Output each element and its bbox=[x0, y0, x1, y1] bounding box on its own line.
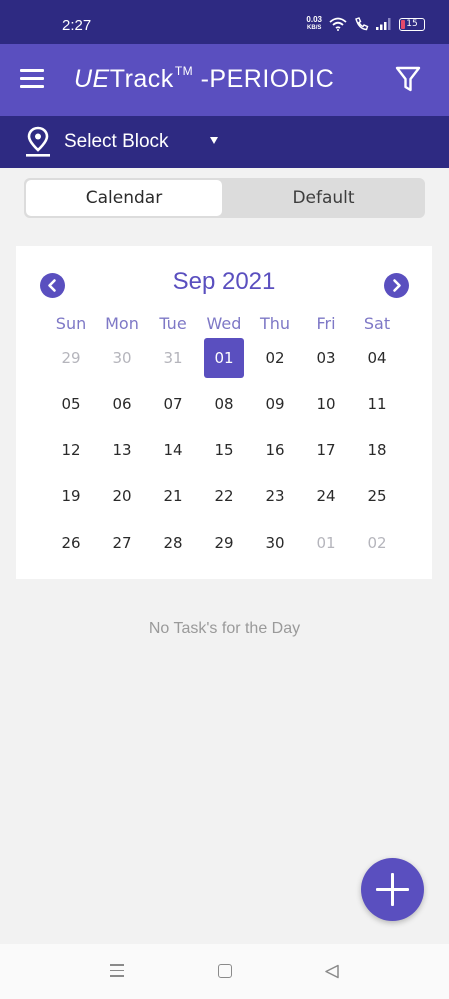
signal-icon bbox=[376, 18, 391, 30]
tab-calendar[interactable]: Calendar bbox=[26, 180, 222, 216]
calendar-day[interactable]: 27 bbox=[102, 523, 142, 563]
add-task-button[interactable] bbox=[361, 858, 424, 921]
network-speed: 0.03 KB/S bbox=[306, 16, 322, 32]
calendar-day[interactable]: 13 bbox=[102, 430, 142, 470]
app-title: UETrackTM -PERIODIC bbox=[74, 64, 334, 94]
recents-icon[interactable] bbox=[110, 964, 124, 978]
calendar-day[interactable]: 19 bbox=[51, 476, 91, 516]
calendar-day[interactable]: 23 bbox=[255, 476, 295, 516]
calendar: Sep 2021 Sun Mon Tue Wed Thu Fri Sat 29 30 31 01 02… bbox=[16, 246, 432, 579]
app-title-suffix: -PERIODIC bbox=[193, 65, 335, 93]
trademark-mark: TM bbox=[174, 64, 194, 78]
next-month-button[interactable] bbox=[384, 273, 409, 298]
view-tabs: Calendar Default bbox=[24, 178, 425, 218]
app-bar: UETrackTM -PERIODIC bbox=[0, 44, 449, 116]
battery-level: 15 bbox=[406, 19, 418, 29]
weekday-tue: Tue bbox=[159, 314, 187, 333]
select-block-dropdown[interactable]: Select Block bbox=[0, 116, 449, 168]
weekday-sat: Sat bbox=[363, 314, 391, 333]
calendar-day[interactable]: 04 bbox=[357, 338, 397, 378]
calendar-day[interactable]: 01 bbox=[306, 523, 346, 563]
network-speed-value: 0.03 bbox=[306, 15, 322, 24]
calendar-day[interactable]: 07 bbox=[153, 384, 193, 424]
status-bar: 2:27 0.03 KB/S 15 bbox=[0, 0, 449, 44]
calendar-day[interactable]: 21 bbox=[153, 476, 193, 516]
calendar-day[interactable]: 10 bbox=[306, 384, 346, 424]
status-icons: 0.03 KB/S 15 bbox=[306, 14, 425, 34]
status-time: 2:27 bbox=[62, 17, 92, 34]
weekday-thu: Thu bbox=[259, 314, 291, 333]
app-title-brand-italic: UE bbox=[74, 65, 110, 93]
location-pin-icon bbox=[26, 126, 50, 157]
home-icon[interactable] bbox=[218, 964, 232, 978]
calendar-day[interactable]: 12 bbox=[51, 430, 91, 470]
calendar-day[interactable]: 26 bbox=[51, 523, 91, 563]
select-block-label: Select Block bbox=[64, 131, 169, 152]
calendar-day[interactable]: 29 bbox=[51, 338, 91, 378]
weekday-wed: Wed bbox=[206, 314, 242, 333]
empty-state-message: No Task's for the Day bbox=[148, 620, 301, 637]
calendar-day[interactable]: 29 bbox=[204, 523, 244, 563]
calendar-day[interactable]: 24 bbox=[306, 476, 346, 516]
system-navigation-bar bbox=[0, 944, 449, 999]
calendar-day[interactable]: 05 bbox=[51, 384, 91, 424]
calendar-day[interactable]: 02 bbox=[357, 523, 397, 563]
menu-icon[interactable] bbox=[20, 69, 44, 89]
calendar-day[interactable]: 11 bbox=[357, 384, 397, 424]
back-icon[interactable] bbox=[324, 964, 340, 979]
calendar-day[interactable]: 22 bbox=[204, 476, 244, 516]
tab-default[interactable]: Default bbox=[224, 180, 423, 216]
calendar-day[interactable]: 17 bbox=[306, 430, 346, 470]
weekday-sun: Sun bbox=[55, 314, 87, 333]
battery-icon: 15 bbox=[399, 17, 425, 31]
calendar-day[interactable]: 08 bbox=[204, 384, 244, 424]
chevron-right-icon bbox=[393, 279, 401, 292]
calendar-day[interactable]: 20 bbox=[102, 476, 142, 516]
filter-icon[interactable] bbox=[395, 65, 421, 93]
calendar-day[interactable]: 09 bbox=[255, 384, 295, 424]
dropdown-arrow-icon bbox=[210, 137, 218, 144]
calendar-day[interactable]: 15 bbox=[204, 430, 244, 470]
calendar-day[interactable]: 03 bbox=[306, 338, 346, 378]
weekday-mon: Mon bbox=[105, 314, 139, 333]
calendar-day[interactable]: 14 bbox=[153, 430, 193, 470]
calendar-day[interactable]: 18 bbox=[357, 430, 397, 470]
wifi-icon bbox=[329, 17, 347, 31]
calendar-day[interactable]: 02 bbox=[255, 338, 295, 378]
calendar-day[interactable]: 28 bbox=[153, 523, 193, 563]
month-title: Sep 2021 bbox=[172, 268, 276, 295]
calendar-day[interactable]: 25 bbox=[357, 476, 397, 516]
calendar-day[interactable]: 31 bbox=[153, 338, 193, 378]
calendar-day[interactable]: 30 bbox=[255, 523, 295, 563]
calendar-day[interactable]: 01 bbox=[204, 338, 244, 378]
network-speed-unit: KB/S bbox=[307, 25, 322, 31]
calendar-day[interactable]: 16 bbox=[255, 430, 295, 470]
call-icon bbox=[355, 17, 369, 31]
weekday-fri: Fri bbox=[316, 314, 336, 333]
calendar-day[interactable]: 30 bbox=[102, 338, 142, 378]
app-title-brand: Track bbox=[109, 65, 174, 93]
calendar-day[interactable]: 06 bbox=[102, 384, 142, 424]
